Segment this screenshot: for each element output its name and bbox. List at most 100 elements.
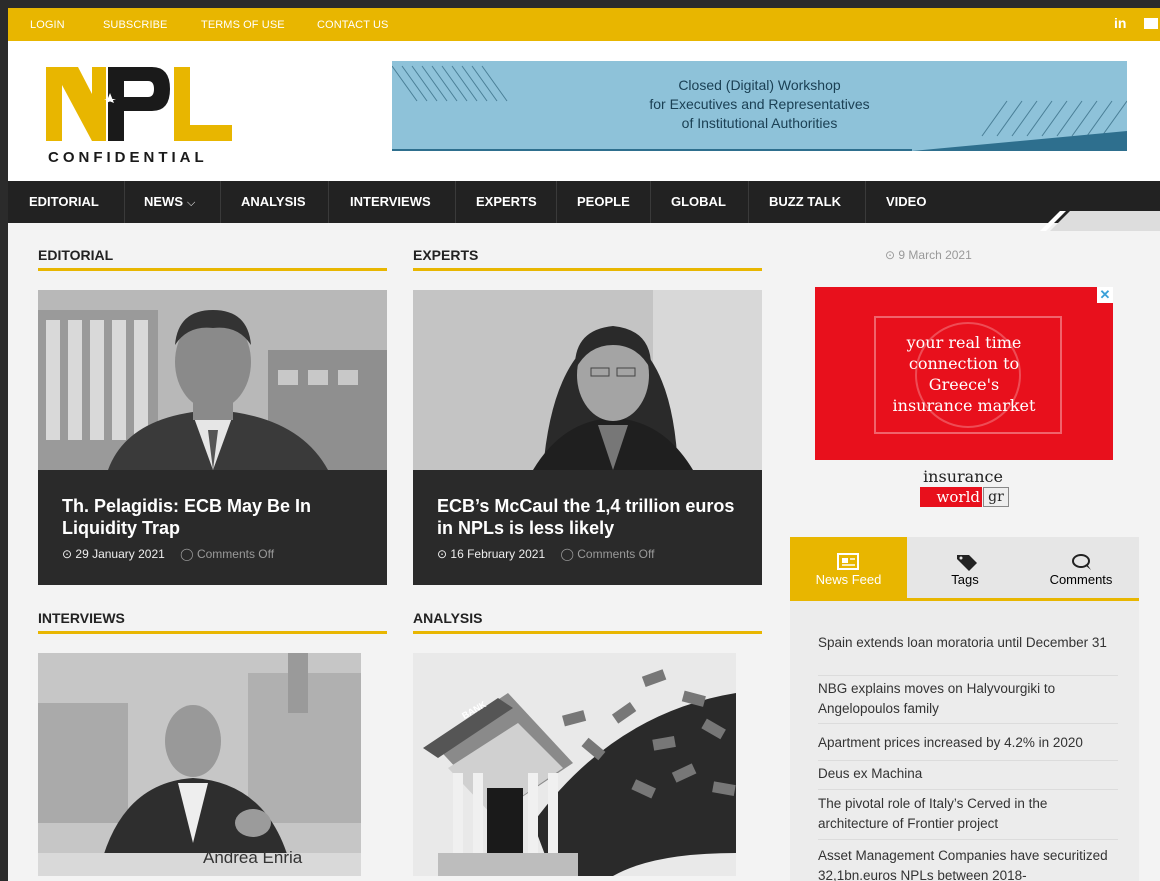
news-feed-list: Spain extends loan moratoria until Decem… xyxy=(790,601,1139,881)
logo-text: CONFIDENTIAL xyxy=(48,149,208,166)
portrait-photo xyxy=(38,290,387,470)
section-underline xyxy=(38,631,387,634)
subscribe-link[interactable]: SUBSCRIBE xyxy=(103,19,167,31)
portrait-photo xyxy=(413,290,762,470)
comment-icon: ◯ xyxy=(180,547,194,561)
tab-comments-label: Comments xyxy=(1049,572,1113,587)
nav-interviews[interactable]: INTERVIEWS xyxy=(350,194,431,209)
workshop-banner-ad[interactable]: Closed (Digital) Workshop for Executives… xyxy=(392,61,1127,151)
tab-tags[interactable]: Tags xyxy=(907,537,1023,599)
feed-divider xyxy=(818,789,1118,790)
insurance-world-ad[interactable]: ✕ your real time connection to Greece's … xyxy=(815,287,1113,460)
nav-news[interactable]: NEWS ⌵ xyxy=(144,194,195,210)
tag-icon xyxy=(957,555,977,571)
chevron-down-icon: ⌵ xyxy=(187,197,196,209)
sidebar-tabs: News Feed Tags Comments xyxy=(790,537,1139,599)
feed-divider xyxy=(818,760,1118,761)
tab-news-feed[interactable]: News Feed xyxy=(790,537,907,599)
section-title-analysis[interactable]: ANALYSIS xyxy=(413,610,483,626)
editorial-article-card[interactable]: Th. Pelagidis: ECB May Be In Liquidity T… xyxy=(38,290,387,585)
nav-buzz-talk[interactable]: BUZZ TALK xyxy=(769,194,841,209)
section-title-editorial[interactable]: EDITORIAL xyxy=(38,247,113,263)
section-title-experts[interactable]: EXPERTS xyxy=(413,247,478,263)
linkedin-icon[interactable]: in xyxy=(1114,15,1126,31)
feed-divider xyxy=(818,839,1118,840)
banner-line-3: of Institutional Authorities xyxy=(681,115,838,131)
site-header: CONFIDENTIAL Closed (Digital) Workshop f… xyxy=(8,41,1160,181)
clock-icon: ⊙ xyxy=(437,547,448,561)
nav-divider xyxy=(748,181,749,223)
ad-line-3: Greece's xyxy=(928,375,1000,394)
editorial-article-title[interactable]: Th. Pelagidis: ECB May Be In Liquidity T… xyxy=(62,495,372,539)
email-icon[interactable] xyxy=(1144,18,1158,29)
nav-divider xyxy=(124,181,125,223)
interviews-article-image[interactable]: Andrea Enria xyxy=(38,653,361,876)
feed-divider xyxy=(818,723,1118,724)
article-date: 29 January 2021 xyxy=(75,547,165,561)
site-logo[interactable]: CONFIDENTIAL xyxy=(44,63,244,168)
feed-item[interactable]: NBG explains moves on Halyvourgiki to An… xyxy=(818,679,1118,719)
ad-brand-world: world xyxy=(920,487,982,507)
nav-divider xyxy=(865,181,866,223)
banner-text: Closed (Digital) Workshop for Executives… xyxy=(392,76,1127,133)
date-label: 9 March 2021 xyxy=(898,248,972,262)
article-date: 16 February 2021 xyxy=(450,547,546,561)
terms-of-use-link[interactable]: TERMS OF USE xyxy=(201,19,285,31)
feed-item[interactable]: Asset Management Companies have securiti… xyxy=(818,846,1118,881)
tab-comments[interactable]: Comments xyxy=(1023,537,1139,599)
ad-line-4: insurance market xyxy=(892,396,1036,415)
page: LOGIN SUBSCRIBE TERMS OF USE CONTACT US … xyxy=(8,8,1160,881)
ad-brand-insurance[interactable]: insurance xyxy=(913,467,1013,486)
banner-line-1: Closed (Digital) Workshop xyxy=(678,77,841,93)
nav-news-label: NEWS xyxy=(144,194,183,209)
login-link[interactable]: LOGIN xyxy=(30,19,65,31)
nav-divider xyxy=(650,181,651,223)
analysis-article-image[interactable]: BANK xyxy=(413,653,736,876)
nav-people[interactable]: PEOPLE xyxy=(577,194,630,209)
ad-line-2: connection to xyxy=(908,354,1020,373)
nav-global[interactable]: GLOBAL xyxy=(671,194,726,209)
experts-article-card[interactable]: ECB’s McCaul the 1,4 trillion euros in N… xyxy=(413,290,762,585)
tab-tags-label: Tags xyxy=(951,572,979,587)
contact-us-link[interactable]: CONTACT US xyxy=(317,19,389,31)
main-nav: EDITORIAL NEWS ⌵ ANALYSIS INTERVIEWS EXPE… xyxy=(8,181,1160,231)
comments-status: ◯ Comments Off xyxy=(560,547,654,561)
bank-money-illustration xyxy=(413,653,736,876)
feed-item[interactable]: Apartment prices increased by 4.2% in 20… xyxy=(818,733,1118,753)
clock-icon: ⊙ xyxy=(62,547,73,561)
tab-news-feed-label: News Feed xyxy=(815,572,882,587)
comments-label: Comments Off xyxy=(577,547,655,561)
editorial-article-meta: ⊙ 29 January 2021 ◯ Comments Off xyxy=(62,547,274,561)
ad-text: your real time connection to Greece's in… xyxy=(861,332,1067,416)
nav-divider xyxy=(556,181,557,223)
nav-divider xyxy=(455,181,456,223)
section-underline xyxy=(413,631,762,634)
comment-bubble-icon xyxy=(1072,554,1091,570)
nav-divider xyxy=(328,181,329,223)
nav-editorial[interactable]: EDITORIAL xyxy=(29,194,99,209)
feed-divider xyxy=(818,675,1118,676)
nav-video[interactable]: VIDEO xyxy=(886,194,926,209)
ad-brand-world-gr[interactable]: world gr xyxy=(920,487,1009,507)
nav-divider xyxy=(220,181,221,223)
feed-item[interactable]: The pivotal role of Italy’s Cerved in th… xyxy=(818,794,1118,834)
ad-brand-gr: gr xyxy=(983,487,1009,507)
experts-article-meta: ⊙ 16 February 2021 ◯ Comments Off xyxy=(437,547,654,561)
feed-item[interactable]: Spain extends loan moratoria until Decem… xyxy=(818,633,1118,653)
clock-icon: ⊙ xyxy=(885,248,896,262)
nav-analysis[interactable]: ANALYSIS xyxy=(241,194,306,209)
section-underline xyxy=(38,268,387,271)
experts-article-image[interactable] xyxy=(413,290,762,470)
editorial-article-image[interactable] xyxy=(38,290,387,470)
comment-icon: ◯ xyxy=(560,547,574,561)
section-title-interviews[interactable]: INTERVIEWS xyxy=(38,610,125,626)
ad-line-1: your real time xyxy=(906,333,1022,352)
interview-caption: Andrea Enria xyxy=(203,848,303,867)
experts-article-title[interactable]: ECB’s McCaul the 1,4 trillion euros in N… xyxy=(437,495,747,539)
close-icon[interactable]: ✕ xyxy=(1097,287,1113,303)
nav-experts[interactable]: EXPERTS xyxy=(476,194,537,209)
feed-item[interactable]: Deus ex Machina xyxy=(818,764,1118,784)
top-bar: LOGIN SUBSCRIBE TERMS OF USE CONTACT US … xyxy=(8,8,1160,41)
newspaper-icon xyxy=(837,553,859,570)
comments-status: ◯ Comments Off xyxy=(180,547,274,561)
